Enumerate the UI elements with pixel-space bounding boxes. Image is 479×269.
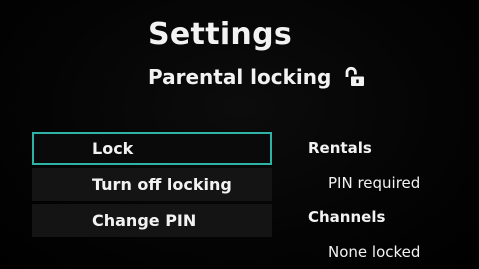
- page-title: Settings: [148, 17, 293, 52]
- unlocked-padlock-icon: [344, 66, 366, 88]
- menu-item-label: Lock: [92, 139, 134, 158]
- menu-item-label: Turn off locking: [92, 175, 232, 194]
- menu-item-turn-off-locking[interactable]: Turn off locking: [32, 168, 272, 201]
- menu-item-change-pin[interactable]: Change PIN: [32, 204, 272, 237]
- rentals-heading: Rentals: [308, 139, 372, 157]
- parental-locking-menu: Lock Turn off locking Change PIN: [32, 132, 272, 240]
- rentals-status: PIN required: [328, 174, 421, 192]
- section-title: Parental locking: [148, 65, 332, 89]
- menu-item-label: Change PIN: [92, 211, 197, 230]
- tv-settings-screen: Settings Parental locking Lock Turn off …: [0, 0, 479, 269]
- channels-status: None locked: [328, 243, 421, 261]
- section-header: Parental locking: [148, 62, 366, 92]
- menu-item-lock[interactable]: Lock: [32, 132, 272, 165]
- channels-heading: Channels: [308, 208, 386, 226]
- locking-status-panel: Rentals PIN required Channels None locke…: [308, 132, 479, 269]
